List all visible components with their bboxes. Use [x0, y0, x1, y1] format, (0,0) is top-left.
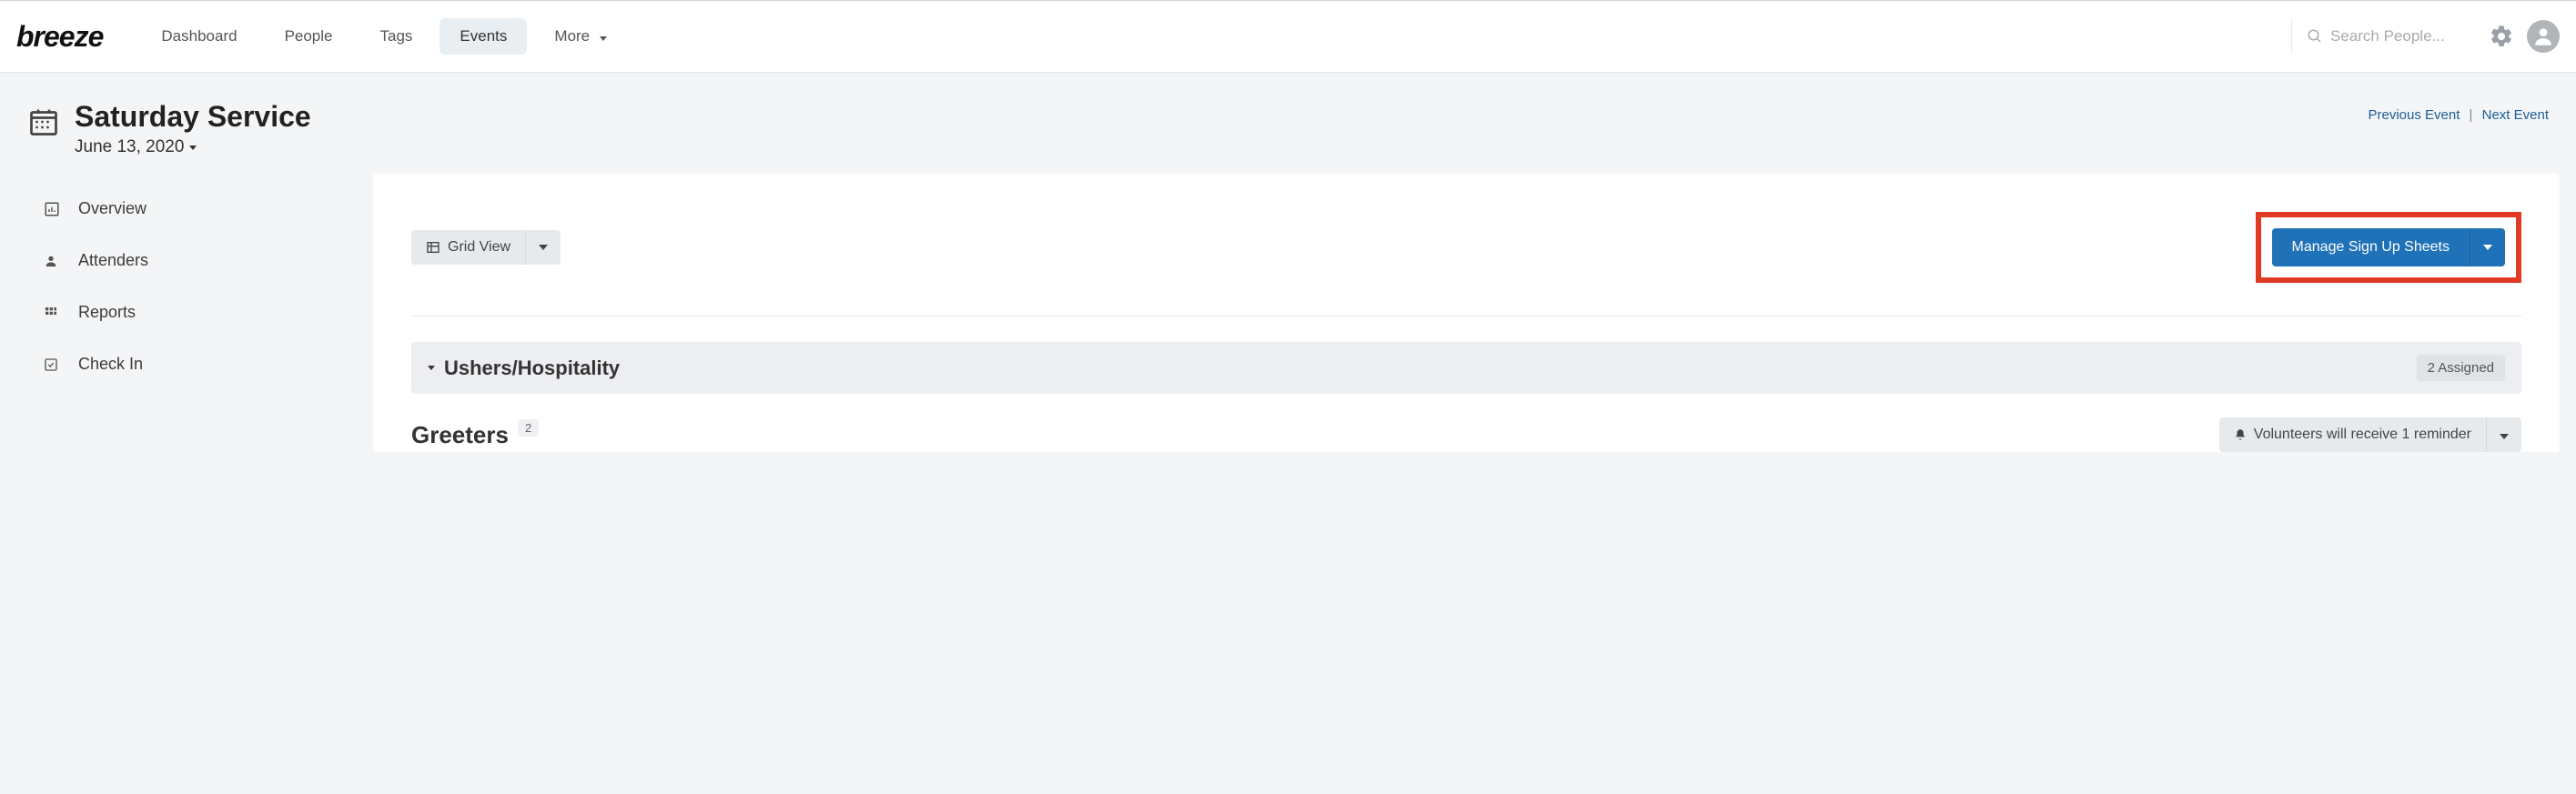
content-panel: Grid View Manage Sign Up Sheets [373, 174, 2560, 452]
page-title-block: Saturday Service June 13, 2020 [75, 100, 311, 157]
grid-icon [44, 306, 64, 320]
chevron-down-icon [600, 36, 607, 41]
next-event-link[interactable]: Next Event [2482, 107, 2549, 123]
greeters-title: Greeters [411, 421, 509, 449]
chevron-down-icon [539, 245, 548, 250]
top-nav: breeze Dashboard People Tags Events More [0, 0, 2576, 73]
section-title: Ushers/Hospitality [444, 357, 620, 380]
sidebar-item-reports[interactable]: Reports [27, 286, 373, 338]
reminder-button[interactable]: Volunteers will receive 1 reminder [2219, 417, 2486, 452]
grid-view-dropdown[interactable] [525, 230, 561, 265]
nav-events[interactable]: Events [439, 18, 527, 55]
chevron-down-icon [2500, 434, 2509, 439]
reminder-group: Volunteers will receive 1 reminder [2219, 417, 2521, 452]
top-nav-right [2291, 20, 2560, 53]
main-layout: Overview Attenders Reports Check In [0, 174, 2576, 452]
reminder-label: Volunteers will receive 1 reminder [2254, 427, 2471, 443]
separator: | [2464, 107, 2479, 123]
gear-icon [2489, 24, 2514, 49]
bell-icon [2234, 428, 2247, 441]
reminder-dropdown[interactable] [2486, 417, 2521, 452]
user-avatar[interactable] [2527, 20, 2560, 53]
sidebar-item-checkin[interactable]: Check In [27, 338, 373, 390]
search-icon [2307, 28, 2323, 45]
event-date-label: June 13, 2020 [75, 137, 184, 157]
chevron-down-icon [428, 366, 435, 370]
chevron-down-icon [2483, 245, 2492, 250]
check-square-icon [44, 357, 64, 372]
manage-signup-label: Manage Sign Up Sheets [2292, 239, 2450, 256]
toolbar: Grid View Manage Sign Up Sheets [411, 212, 2521, 317]
previous-event-link[interactable]: Previous Event [2368, 107, 2460, 123]
nav-items: Dashboard People Tags Events More [141, 18, 626, 55]
section-title-wrap: Ushers/Hospitality [428, 357, 620, 380]
grid-view-button[interactable]: Grid View [411, 230, 525, 265]
brand-logo: breeze [16, 20, 103, 54]
sidebar-item-label: Reports [78, 303, 136, 322]
user-icon [2531, 25, 2555, 48]
sidebar-item-label: Check In [78, 355, 143, 374]
user-icon [44, 254, 64, 268]
manage-signup-highlight: Manage Sign Up Sheets [2256, 212, 2521, 283]
settings-button[interactable] [2489, 24, 2514, 49]
chart-bar-icon [44, 201, 64, 217]
section-ushers[interactable]: Ushers/Hospitality 2 Assigned [411, 342, 2521, 394]
manage-signup-group: Manage Sign Up Sheets [2272, 228, 2505, 266]
event-nav-links: Previous Event | Next Event [2368, 100, 2549, 123]
search-input[interactable] [2330, 27, 2476, 45]
sidebar-item-label: Overview [78, 199, 146, 218]
sidebar-item-overview[interactable]: Overview [27, 183, 373, 235]
nav-more[interactable]: More [534, 18, 626, 55]
event-date-dropdown[interactable]: June 13, 2020 [75, 137, 311, 157]
grid-view-label: Grid View [448, 239, 510, 256]
nav-dashboard[interactable]: Dashboard [141, 18, 257, 55]
table-icon [426, 240, 440, 255]
sidebar: Overview Attenders Reports Check In [27, 174, 373, 390]
sidebar-item-label: Attenders [78, 251, 148, 270]
grid-view-group: Grid View [411, 230, 561, 265]
greeters-row: Greeters 2 Volunteers will receive 1 rem… [411, 417, 2521, 452]
nav-more-label: More [554, 27, 590, 45]
chevron-down-icon [189, 146, 197, 150]
greeters-count: 2 [518, 419, 539, 437]
nav-tags[interactable]: Tags [360, 18, 433, 55]
calendar-icon [27, 106, 60, 138]
assigned-badge: 2 Assigned [2417, 355, 2505, 381]
page-title: Saturday Service [75, 100, 311, 134]
page-header: Saturday Service June 13, 2020 Previous … [0, 73, 2576, 174]
manage-signup-dropdown[interactable] [2470, 228, 2505, 266]
sidebar-item-attenders[interactable]: Attenders [27, 235, 373, 286]
nav-people[interactable]: People [265, 18, 353, 55]
manage-signup-button[interactable]: Manage Sign Up Sheets [2272, 228, 2470, 266]
search-wrap [2307, 27, 2476, 45]
